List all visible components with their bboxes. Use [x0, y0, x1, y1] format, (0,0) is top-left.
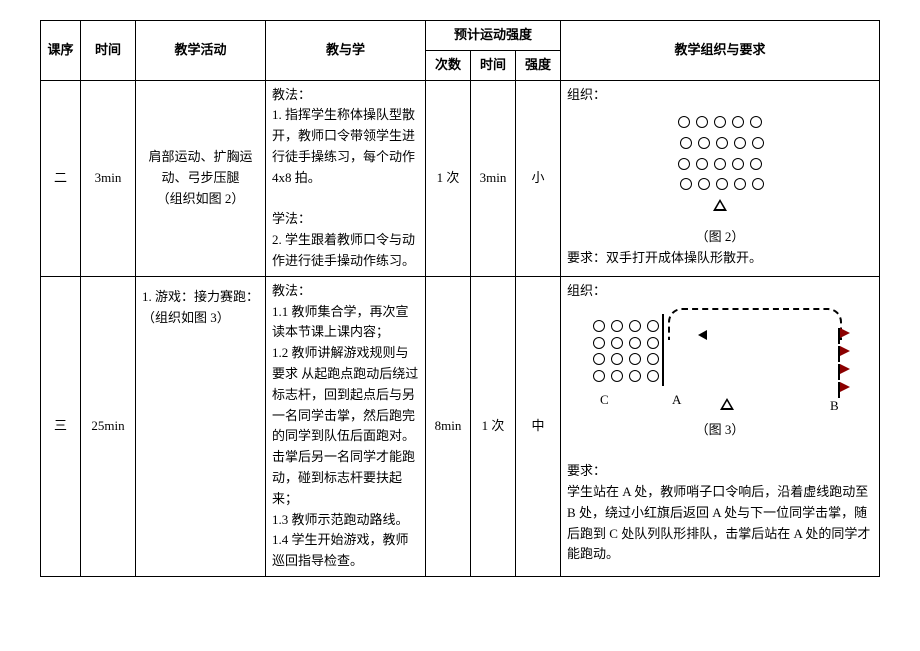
cell-count: 8min [426, 276, 471, 576]
cell-count: 1 次 [426, 80, 471, 276]
label-b: B [830, 396, 839, 417]
table-row: 二 3min 肩部运动、扩胸运动、弓步压腿 （组织如图 2） 教法： 1. 指挥… [41, 80, 880, 276]
cell-time: 3min [81, 80, 136, 276]
cell-teach: 教法： 1. 指挥学生称体操队型散开，教师口令带领学生进行徒手操练习，每个动作 … [266, 80, 426, 276]
teacher-triangle-icon [713, 199, 727, 211]
table-row: 三 25min 1. 游戏：接力赛跑： （组织如图 3） 教法： 1.1 教师集… [41, 276, 880, 576]
label-c: C [600, 390, 609, 411]
cell-duration: 3min [471, 80, 516, 276]
requirement-text: 学生站在 A 处，教师哨子口令响后，沿着虚线跑动至 B 处，绕过小红旗后返回 A… [567, 482, 873, 565]
cell-seq: 二 [41, 80, 81, 276]
header-teach: 教与学 [266, 21, 426, 81]
org-label: 组织： [567, 283, 606, 298]
cell-activity: 肩部运动、扩胸运动、弓步压腿 （组织如图 2） [136, 80, 266, 276]
org-label: 组织： [567, 87, 606, 102]
header-intensity: 强度 [516, 50, 561, 80]
flag-icon [840, 364, 850, 374]
requirement-text: 要求：双手打开成体操队形散开。 [567, 248, 873, 269]
header-activity: 教学活动 [136, 21, 266, 81]
flag-icon [840, 382, 850, 392]
flag-icon [840, 346, 850, 356]
figure-caption: （图 2） [567, 227, 873, 248]
cell-duration: 1 次 [471, 276, 516, 576]
formation-diagram-3: C A B [590, 308, 850, 418]
flag-icon [840, 328, 850, 338]
label-a: A [672, 390, 681, 411]
arrow-icon [698, 330, 707, 340]
cell-intensity: 中 [516, 276, 561, 576]
formation-diagram-2 [567, 111, 873, 221]
lesson-plan-table: 课序 时间 教学活动 教与学 预计运动强度 教学组织与要求 次数 时间 强度 二… [40, 20, 880, 577]
cell-teach: 教法： 1.1 教师集合学，再次宣读本节课上课内容； 1.2 教师讲解游戏规则与… [266, 276, 426, 576]
start-line-icon [662, 314, 664, 386]
figure-caption: （图 3） [567, 420, 873, 441]
teacher-triangle-icon [720, 398, 734, 410]
dashed-path-icon [668, 308, 842, 340]
header-row-1: 课序 时间 教学活动 教与学 预计运动强度 教学组织与要求 [41, 21, 880, 51]
header-org: 教学组织与要求 [561, 21, 880, 81]
header-seq: 课序 [41, 21, 81, 81]
header-duration: 时间 [471, 50, 516, 80]
cell-seq: 三 [41, 276, 81, 576]
header-time: 时间 [81, 21, 136, 81]
requirement-label: 要求： [567, 461, 873, 482]
header-predict: 预计运动强度 [426, 21, 561, 51]
cell-intensity: 小 [516, 80, 561, 276]
cell-time: 25min [81, 276, 136, 576]
cell-org: 组织： [561, 276, 880, 576]
cell-org: 组织： （图 2） 要求：双手打开成体操队形散开。 [561, 80, 880, 276]
cell-activity: 1. 游戏：接力赛跑： （组织如图 3） [136, 276, 266, 576]
header-count: 次数 [426, 50, 471, 80]
